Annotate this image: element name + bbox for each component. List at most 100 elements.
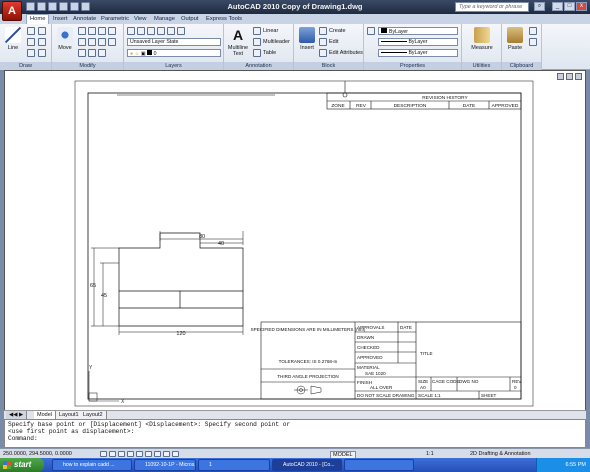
layer-select[interactable]: ● ☼ ▣ 0 bbox=[127, 49, 221, 57]
annotation-scale[interactable]: 1:1 bbox=[426, 451, 434, 457]
modify-panel-label[interactable]: Modify bbox=[52, 62, 123, 70]
osnap-icon[interactable] bbox=[136, 451, 143, 457]
rotate-icon[interactable] bbox=[78, 27, 86, 35]
stretch-icon[interactable] bbox=[108, 38, 116, 46]
layer-icon[interactable] bbox=[177, 27, 185, 35]
layer-icon[interactable] bbox=[137, 27, 145, 35]
drawing-canvas[interactable]: REVISION HISTORY ZONE REV DESCRIPTION DA… bbox=[5, 71, 587, 411]
erase-icon[interactable] bbox=[98, 27, 106, 35]
polyline-icon[interactable] bbox=[27, 27, 35, 35]
multiline-text-button[interactable]: A Multiline Text bbox=[226, 27, 250, 57]
layer-icon[interactable] bbox=[167, 27, 175, 35]
application-menu-button[interactable]: A bbox=[2, 1, 22, 21]
circle-icon[interactable] bbox=[38, 27, 46, 35]
clock[interactable]: 6:55 PM bbox=[566, 462, 586, 468]
layer-icon[interactable] bbox=[147, 27, 155, 35]
layer-state-select[interactable]: Unsaved Layer State bbox=[127, 38, 221, 46]
scale-icon[interactable] bbox=[78, 49, 86, 57]
approved-label: APPROVED bbox=[357, 355, 383, 360]
layer-icon[interactable] bbox=[157, 27, 165, 35]
taskbar-item[interactable]: 11092-10-1P - Micros... bbox=[134, 459, 196, 471]
polar-icon[interactable] bbox=[127, 451, 134, 457]
properties-panel-label[interactable]: Properties bbox=[364, 62, 461, 70]
tab-output[interactable]: Output bbox=[178, 15, 201, 24]
search-input[interactable]: Type a keyword or phrase bbox=[455, 2, 529, 12]
layer-properties-icon[interactable] bbox=[127, 27, 135, 35]
taskbar-item[interactable]: how to explain cadd ... bbox=[52, 459, 132, 471]
insert-button[interactable]: Insert bbox=[296, 27, 318, 51]
tab-home[interactable]: Home bbox=[26, 14, 50, 24]
line-button[interactable]: Line bbox=[2, 27, 24, 51]
paste-icon bbox=[507, 27, 523, 43]
offset-icon[interactable] bbox=[98, 49, 106, 57]
rectangle-icon[interactable] bbox=[38, 38, 46, 46]
search-icon[interactable]: ⌕ bbox=[534, 2, 545, 11]
fillet-icon[interactable] bbox=[88, 38, 96, 46]
measure-button[interactable]: Measure bbox=[464, 27, 500, 51]
system-tray: 6:55 PM bbox=[536, 458, 590, 472]
clipboard-panel-label[interactable]: Clipboard bbox=[502, 62, 541, 70]
explode-icon[interactable] bbox=[98, 38, 106, 46]
ortho-icon[interactable] bbox=[118, 451, 125, 457]
layer-color-swatch bbox=[147, 50, 153, 55]
tab-manage[interactable]: Manage bbox=[151, 15, 178, 24]
paper-sheet bbox=[74, 80, 534, 407]
taskbar-item[interactable] bbox=[344, 459, 414, 471]
paste-button[interactable]: Paste bbox=[504, 27, 526, 51]
tab-view[interactable]: View bbox=[131, 15, 149, 24]
lineweight-icon[interactable] bbox=[172, 451, 179, 457]
mirror-icon[interactable] bbox=[78, 38, 86, 46]
move-button[interactable]: Move bbox=[54, 27, 76, 51]
layers-panel-label[interactable]: Layers bbox=[124, 62, 223, 70]
array-icon[interactable] bbox=[88, 49, 96, 57]
maximize-button[interactable]: □ bbox=[564, 2, 575, 11]
dyn-icon[interactable] bbox=[163, 451, 170, 457]
command-prompt[interactable]: Command: bbox=[8, 435, 582, 442]
draw-panel-label[interactable]: Draw bbox=[0, 62, 51, 70]
taskbar-item[interactable]: 1 bbox=[198, 459, 270, 471]
utilities-panel: Measure Utilities bbox=[462, 24, 502, 70]
color-select-label: ByLayer bbox=[389, 29, 409, 35]
edit-button[interactable]: Edit bbox=[329, 39, 338, 45]
arc-icon[interactable] bbox=[27, 38, 35, 46]
material-label: MATERIAL bbox=[357, 365, 380, 370]
annotation-panel-label[interactable]: Annotation bbox=[224, 62, 293, 70]
hatch-icon[interactable] bbox=[27, 49, 35, 57]
tab-express-tools[interactable]: Express Tools bbox=[203, 15, 245, 24]
multileader-button[interactable]: Multileader bbox=[263, 39, 290, 45]
command-window[interactable]: Specify base point or [Displacement] <Di… bbox=[4, 419, 586, 448]
otrack-icon[interactable] bbox=[145, 451, 152, 457]
rev-label: REV bbox=[512, 379, 522, 384]
taskbar-item-active[interactable]: AutoCAD 2010 - [Co... bbox=[272, 459, 342, 471]
start-button[interactable]: start bbox=[0, 458, 44, 472]
ducs-icon[interactable] bbox=[154, 451, 161, 457]
snap-icon[interactable] bbox=[100, 451, 107, 457]
create-button[interactable]: Create bbox=[329, 28, 346, 34]
linetype-select[interactable]: ByLayer bbox=[378, 38, 458, 46]
grid-icon[interactable] bbox=[109, 451, 116, 457]
close-button[interactable]: x bbox=[576, 2, 587, 11]
edit-attributes-button[interactable]: Edit Attributes bbox=[329, 50, 363, 56]
block-panel-label[interactable]: Block bbox=[294, 62, 363, 70]
ellipse-icon[interactable] bbox=[38, 49, 46, 57]
minimize-button[interactable]: _ bbox=[552, 2, 563, 11]
cut-icon[interactable] bbox=[529, 27, 537, 35]
linear-button[interactable]: Linear bbox=[263, 28, 278, 34]
windows-logo-icon bbox=[3, 461, 11, 469]
table-button[interactable]: Table bbox=[263, 50, 276, 56]
workspace-switch[interactable]: 2D Drafting & Annotation bbox=[470, 451, 531, 457]
tab-parametric[interactable]: Parametric bbox=[98, 15, 132, 24]
color-select[interactable]: ByLayer bbox=[378, 27, 458, 35]
clipboard-panel: Paste Clipboard bbox=[502, 24, 542, 70]
lineweight-select[interactable]: ByLayer bbox=[378, 49, 458, 57]
match-properties-icon[interactable] bbox=[367, 27, 375, 35]
ribbon-tabs: Home Insert Annotate Parametric View Man… bbox=[0, 14, 590, 24]
copy-icon[interactable] bbox=[108, 27, 116, 35]
draw-panel: Line Draw bbox=[0, 24, 52, 70]
copy-clip-icon[interactable] bbox=[529, 38, 537, 46]
trim-icon[interactable] bbox=[88, 27, 96, 35]
tab-insert[interactable]: Insert bbox=[50, 15, 71, 24]
tab-annotate[interactable]: Annotate bbox=[70, 15, 99, 24]
drawing-area[interactable]: REVISION HISTORY ZONE REV DESCRIPTION DA… bbox=[4, 70, 586, 418]
utilities-panel-label[interactable]: Utilities bbox=[462, 62, 501, 70]
